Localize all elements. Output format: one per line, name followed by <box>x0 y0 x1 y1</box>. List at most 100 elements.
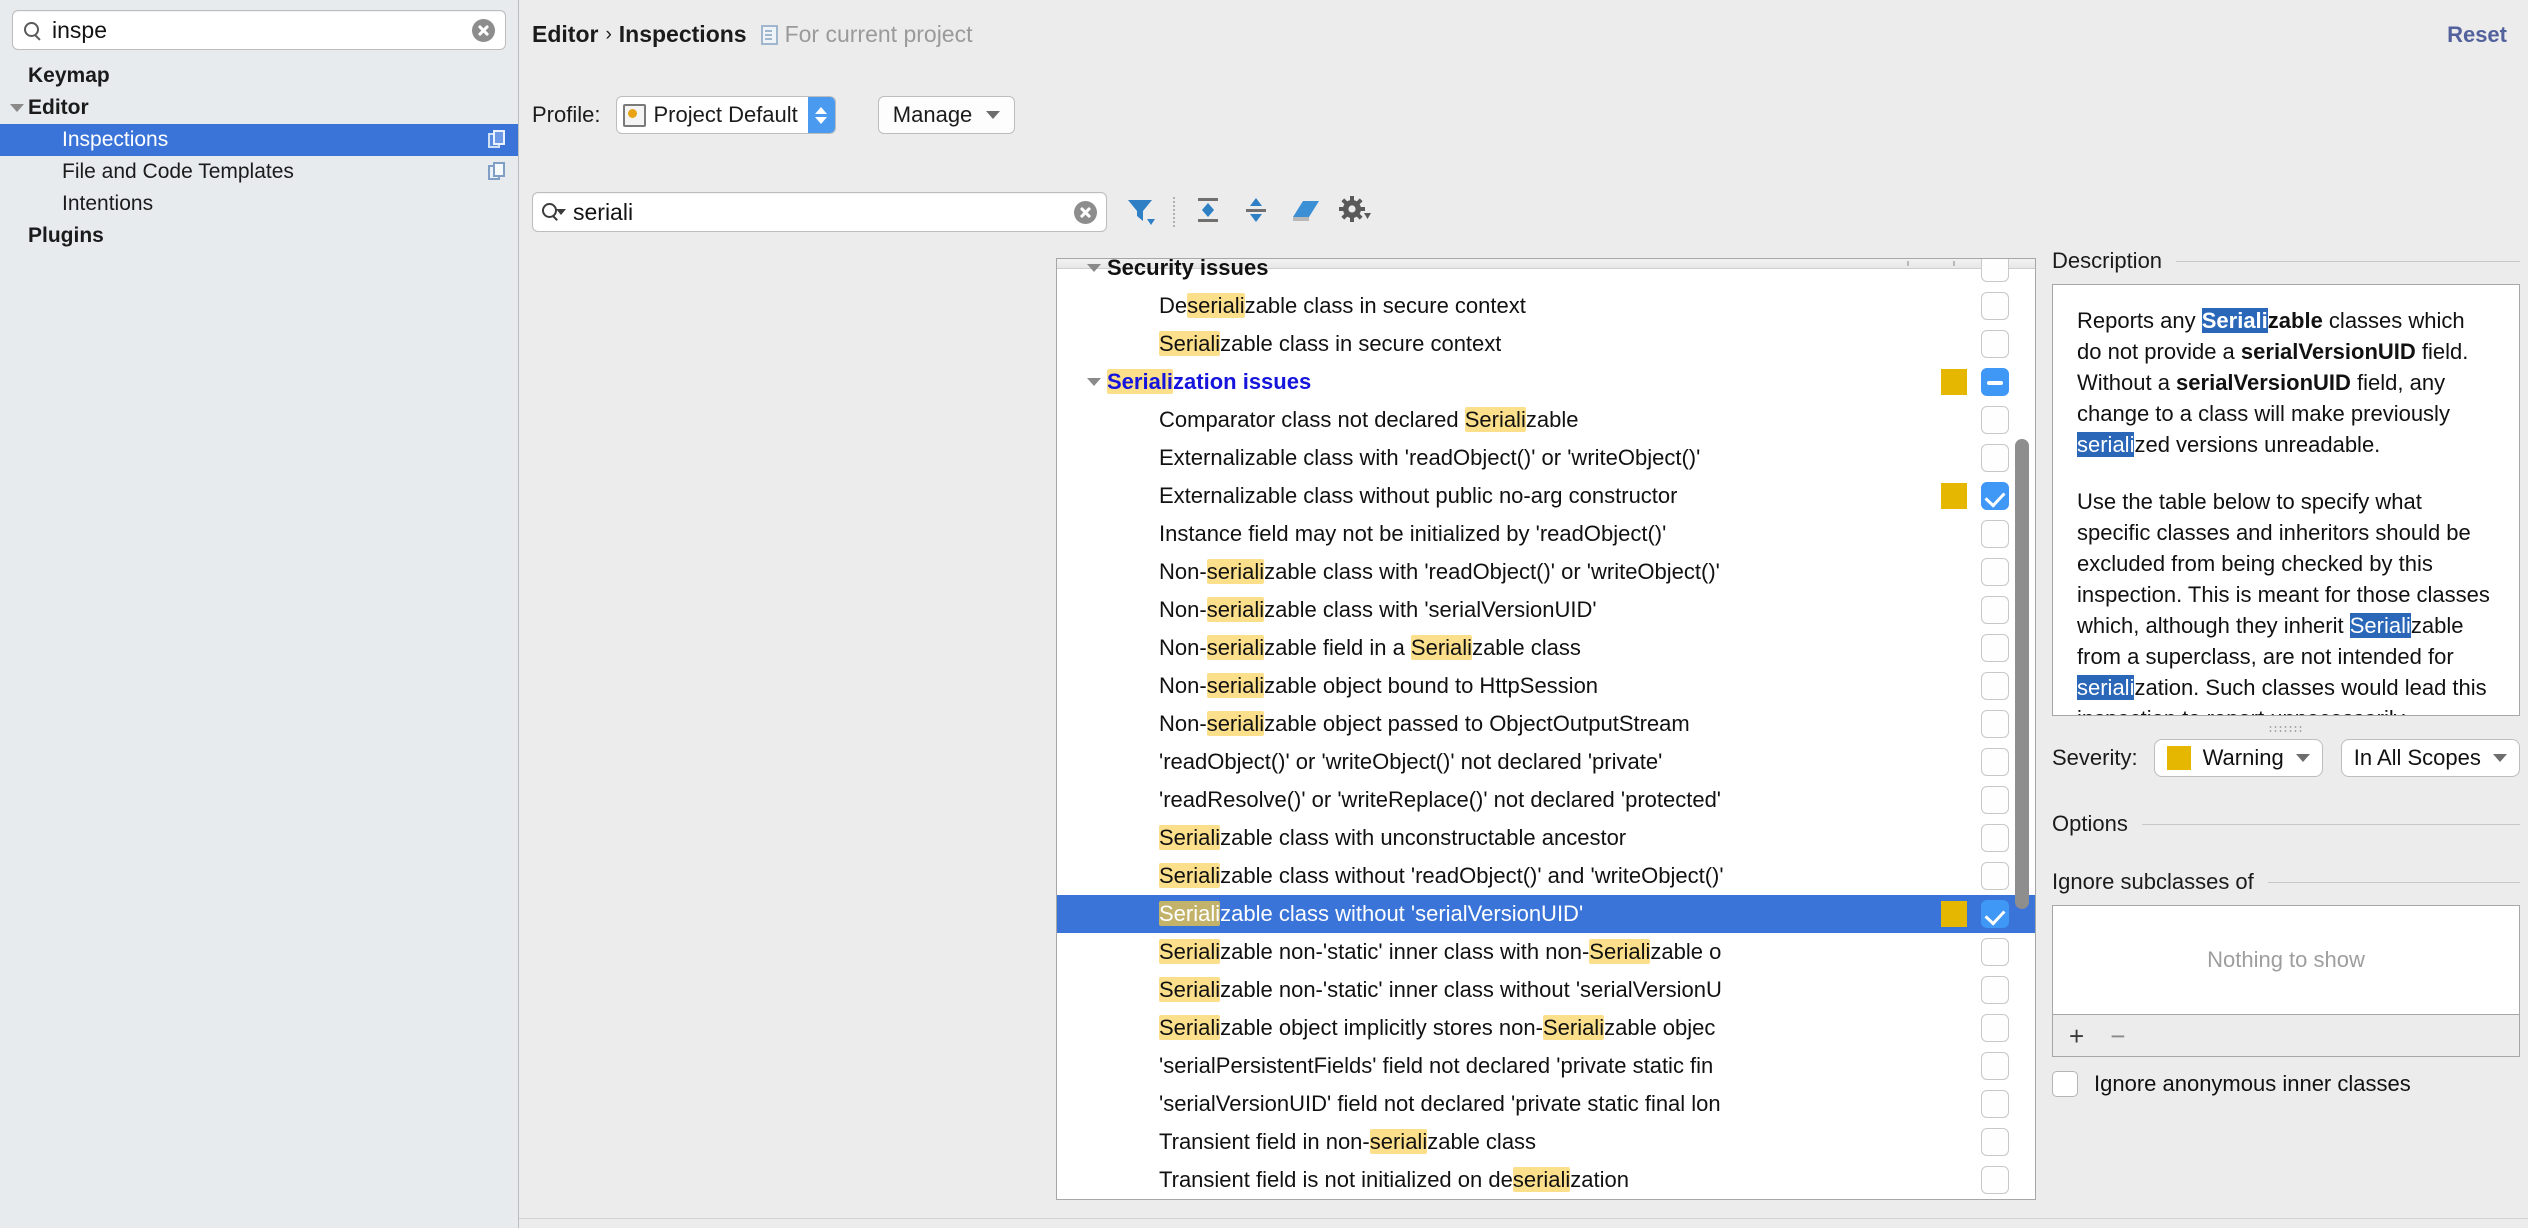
inspection-row[interactable]: Deserializable class in secure context <box>1057 287 2035 325</box>
sidebar-item-inspections[interactable]: Inspections <box>0 124 518 156</box>
chevron-down-icon[interactable] <box>1081 378 1107 386</box>
inspection-row[interactable]: Non-serializable object passed to Object… <box>1057 705 2035 743</box>
severity-color-swatch[interactable] <box>1941 483 1967 509</box>
scope-select[interactable]: In All Scopes <box>2341 739 2520 777</box>
inspection-row[interactable]: 'serialVersionUID' field not declared 'p… <box>1057 1085 2035 1123</box>
inspection-enabled-checkbox[interactable] <box>1981 520 2009 548</box>
inspection-enabled-checkbox[interactable] <box>1981 976 2009 1004</box>
sidebar-item-intentions[interactable]: Intentions <box>0 188 518 220</box>
inspection-enabled-checkbox[interactable] <box>1981 482 2009 510</box>
inspection-enabled-checkbox[interactable] <box>1981 292 2009 320</box>
manage-button[interactable]: Manage <box>878 96 1016 134</box>
inspection-search-box[interactable]: seriali <box>532 192 1107 232</box>
ignore-anonymous-row[interactable]: Ignore anonymous inner classes <box>2052 1071 2520 1097</box>
inspection-row[interactable]: Transient field is not initialized on de… <box>1057 1161 2035 1199</box>
sidebar-search-box[interactable]: inspe <box>12 10 506 50</box>
search-dropdown-icon[interactable] <box>542 202 566 222</box>
filter-icon[interactable] <box>1125 195 1155 230</box>
chevron-down-icon[interactable] <box>1081 264 1107 272</box>
inspection-row[interactable]: Serializable class without 'serialVersio… <box>1057 895 2035 933</box>
clear-icon[interactable] <box>1074 201 1097 224</box>
inspection-enabled-checkbox[interactable] <box>1981 862 2009 890</box>
gear-icon[interactable] <box>1339 195 1371 230</box>
reset-to-empty-icon[interactable] <box>1289 195 1321 230</box>
inspection-enabled-checkbox[interactable] <box>1981 1128 2009 1156</box>
inspection-enabled-checkbox[interactable] <box>1981 1090 2009 1118</box>
resize-grip[interactable] <box>2268 725 2304 733</box>
inspection-enabled-checkbox[interactable] <box>1981 786 2009 814</box>
inspection-row-controls <box>1903 971 2035 1009</box>
inspection-row-label: Serialization issues <box>1107 369 1311 395</box>
collapse-all-icon[interactable] <box>1241 195 1271 230</box>
sidebar-search-input[interactable]: inspe <box>52 19 472 42</box>
inspection-row[interactable]: Non-serializable object bound to HttpSes… <box>1057 667 2035 705</box>
inspection-search-input[interactable]: seriali <box>573 201 1074 224</box>
add-button[interactable]: + <box>2069 1023 2084 1049</box>
profile-spinner[interactable] <box>808 97 835 133</box>
inspection-row[interactable]: Serializable non-'static' inner class wi… <box>1057 971 2035 1009</box>
inspection-enabled-checkbox[interactable] <box>1981 900 2009 928</box>
inspection-enabled-checkbox[interactable] <box>1981 558 2009 586</box>
inspection-row[interactable]: Serializable non-'static' inner class wi… <box>1057 933 2035 971</box>
copy-settings-icon[interactable] <box>488 162 508 182</box>
sidebar-item-editor[interactable]: Editor <box>0 92 518 124</box>
inspection-enabled-checkbox[interactable] <box>1981 672 2009 700</box>
inspection-row[interactable]: Non-serializable field in a Serializable… <box>1057 629 2035 667</box>
ignore-anonymous-checkbox[interactable] <box>2052 1071 2078 1097</box>
breadcrumb-parent[interactable]: Editor <box>532 21 598 48</box>
inspection-row-label: Transient field in non-serializable clas… <box>1107 1129 1536 1155</box>
reset-button[interactable]: Reset <box>2447 22 2507 48</box>
inspection-row[interactable]: Serializable object implicitly stores no… <box>1057 1009 2035 1047</box>
inspection-enabled-checkbox[interactable] <box>1981 710 2009 738</box>
inspection-enabled-checkbox[interactable] <box>1981 634 2009 662</box>
inspection-row-controls <box>1903 1161 2035 1199</box>
inspection-enabled-checkbox[interactable] <box>1981 824 2009 852</box>
divider <box>2268 882 2520 883</box>
clear-icon[interactable] <box>472 19 495 42</box>
sidebar-item-label: Intentions <box>62 192 508 216</box>
inspection-row[interactable]: 'readResolve()' or 'writeReplace()' not … <box>1057 781 2035 819</box>
toolbar-divider <box>1173 197 1175 227</box>
inspection-row[interactable]: Non-serializable class with 'readObject(… <box>1057 553 2035 591</box>
inspection-row[interactable]: Serialization issues <box>1057 363 2035 401</box>
copy-settings-icon[interactable] <box>488 130 508 150</box>
expand-all-icon[interactable] <box>1193 195 1223 230</box>
inspection-row[interactable]: 'serialPersistentFields' field not decla… <box>1057 1047 2035 1085</box>
inspection-row[interactable]: Instance field may not be initialized by… <box>1057 515 2035 553</box>
inspection-enabled-checkbox[interactable] <box>1981 1014 2009 1042</box>
inspection-row[interactable]: Security issues <box>1057 258 2035 287</box>
sidebar-item-keymap[interactable]: Keymap <box>0 60 518 92</box>
vertical-scrollbar[interactable] <box>2015 439 2029 909</box>
inspection-enabled-checkbox[interactable] <box>1981 444 2009 472</box>
inspection-row[interactable]: Transient field in non-serializable clas… <box>1057 1123 2035 1161</box>
severity-color-swatch[interactable] <box>1941 901 1967 927</box>
inspection-enabled-checkbox[interactable] <box>1981 748 2009 776</box>
divider <box>2176 261 2520 262</box>
severity-select[interactable]: Warning <box>2154 739 2323 777</box>
inspection-enabled-checkbox[interactable] <box>1981 1166 2009 1194</box>
inspection-row[interactable]: Serializable class without 'readObject()… <box>1057 857 2035 895</box>
inspection-row[interactable]: Non-serializable class with 'serialVersi… <box>1057 591 2035 629</box>
inspection-enabled-checkbox[interactable] <box>1981 258 2009 282</box>
inspection-enabled-checkbox[interactable] <box>1981 1052 2009 1080</box>
remove-button[interactable]: − <box>2110 1023 2125 1049</box>
inspection-row[interactable]: Serializable class in secure context <box>1057 325 2035 363</box>
ignore-subclasses-list[interactable]: Nothing to show <box>2052 905 2520 1015</box>
inspection-row[interactable]: Serializable class with unconstructable … <box>1057 819 2035 857</box>
inspection-row[interactable]: 'readObject()' or 'writeObject()' not de… <box>1057 743 2035 781</box>
inspection-enabled-checkbox[interactable] <box>1981 938 2009 966</box>
inspection-enabled-checkbox[interactable] <box>1981 330 2009 358</box>
inspection-row[interactable]: Comparator class not declared Serializab… <box>1057 401 2035 439</box>
chevron-down-icon[interactable] <box>6 104 28 112</box>
profile-combobox[interactable]: Project Default <box>616 96 835 134</box>
inspection-enabled-checkbox[interactable] <box>1981 406 2009 434</box>
inspection-row-controls <box>1903 258 2035 287</box>
inspection-enabled-checkbox[interactable] <box>1981 596 2009 624</box>
sidebar-item-label: Editor <box>28 96 508 120</box>
sidebar-item-plugins[interactable]: Plugins <box>0 220 518 252</box>
inspection-row[interactable]: Externalizable class with 'readObject()'… <box>1057 439 2035 477</box>
severity-color-swatch[interactable] <box>1941 369 1967 395</box>
sidebar-item-file-and-code-templates[interactable]: File and Code Templates <box>0 156 518 188</box>
inspection-row[interactable]: Externalizable class without public no-a… <box>1057 477 2035 515</box>
inspection-enabled-checkbox[interactable] <box>1981 368 2009 396</box>
